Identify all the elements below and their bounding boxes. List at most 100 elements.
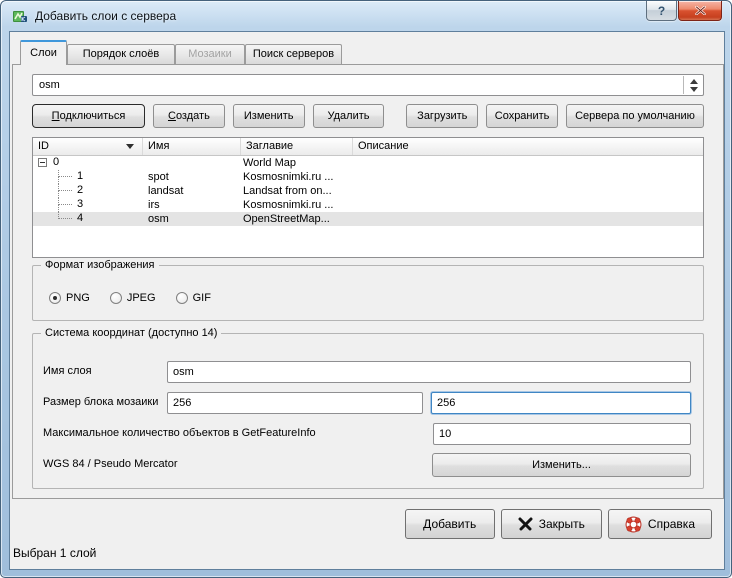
dialog-button-box: Добавить Закрыть xyxy=(405,509,712,539)
row-title: World Map xyxy=(241,157,353,169)
tab-server-search[interactable]: Поиск серверов xyxy=(245,44,342,64)
server-connection-value: osm xyxy=(39,79,60,91)
column-header-id[interactable]: ID xyxy=(33,138,143,155)
row-id: 3 xyxy=(77,198,83,210)
radio-jpeg[interactable]: JPEG xyxy=(110,292,156,304)
row-title: Kosmosnimki.ru ... xyxy=(241,199,353,211)
table-row[interactable]: 3 irs Kosmosnimki.ru ... xyxy=(33,198,703,212)
change-crs-button-label: Изменить... xyxy=(532,459,591,471)
close-x-icon xyxy=(518,517,533,531)
row-title: Landsat from on... xyxy=(241,185,353,197)
radio-png-icon xyxy=(49,292,61,304)
column-header-title[interactable]: Заглавие xyxy=(241,138,353,155)
column-header-description[interactable]: Описание xyxy=(353,138,703,155)
app-icon xyxy=(12,8,28,24)
load-connections-button-label: Загрузить xyxy=(417,110,467,122)
row-name: irs xyxy=(143,199,241,211)
spin-down-icon xyxy=(690,87,698,92)
dialog-window: Добавить слои с сервера ? Слои Порядок с… xyxy=(0,0,732,578)
help-button[interactable]: Справка xyxy=(608,509,712,539)
coordinate-system-group-label: Система координат (доступно 14) xyxy=(41,327,221,339)
dialog-client-area: Слои Порядок слоёв Мозаики Поиск серверо… xyxy=(9,31,725,570)
layer-name-input[interactable] xyxy=(167,361,691,383)
tree-branch-icon xyxy=(58,198,72,205)
load-connections-button[interactable]: Загрузить xyxy=(406,104,478,128)
row-name: spot xyxy=(143,171,241,183)
tree-branch-line xyxy=(58,191,59,198)
connect-button-label: П xyxy=(52,110,60,122)
radio-jpeg-label: JPEG xyxy=(127,292,156,304)
default-servers-button-label: Сервера по умолчанию xyxy=(575,110,695,122)
edit-connection-button-label: Изменить xyxy=(244,110,294,122)
tree-branch-line xyxy=(58,205,59,212)
new-connection-button[interactable]: Создать xyxy=(153,104,225,128)
tab-layers[interactable]: Слои xyxy=(20,40,67,65)
row-title: Kosmosnimki.ru ... xyxy=(241,171,353,183)
coordinate-system-group: Система координат (доступно 14) Имя слоя… xyxy=(32,333,704,489)
title-bar[interactable]: Добавить слои с сервера ? xyxy=(1,1,731,31)
tab-tilesets-label: Мозаики xyxy=(188,48,232,60)
new-connection-button-label: оздать xyxy=(176,110,210,122)
window-close-button[interactable] xyxy=(678,1,722,21)
feature-limit-input[interactable] xyxy=(433,423,691,445)
column-header-name[interactable]: Имя xyxy=(143,138,241,155)
radio-png[interactable]: PNG xyxy=(49,292,90,304)
help-button-label: Справка xyxy=(648,517,695,531)
radio-jpeg-icon xyxy=(110,292,122,304)
save-connections-button-label: Сохранить xyxy=(495,110,550,122)
close-icon xyxy=(695,6,706,15)
tree-expander-icon[interactable] xyxy=(38,158,47,167)
image-format-options: PNG JPEG GIF xyxy=(49,292,211,304)
add-button[interactable]: Добавить xyxy=(405,509,495,539)
edit-connection-button[interactable]: Изменить xyxy=(233,104,305,128)
row-id: 1 xyxy=(77,170,83,182)
combobox-spinner[interactable] xyxy=(683,76,703,94)
connect-button[interactable]: Подключиться xyxy=(32,104,145,128)
help-icon: ? xyxy=(658,4,665,18)
server-connection-combobox[interactable]: osm xyxy=(32,74,704,96)
row-title: OpenStreetMap... xyxy=(241,213,353,225)
save-connections-button[interactable]: Сохранить xyxy=(486,104,558,128)
row-id: 2 xyxy=(77,184,83,196)
window-help-button[interactable]: ? xyxy=(646,1,677,21)
row-name: osm xyxy=(143,213,241,225)
tree-branch-icon xyxy=(58,212,72,219)
tree-branch-icon xyxy=(58,184,72,191)
spin-up-icon xyxy=(690,79,698,84)
radio-gif-icon xyxy=(176,292,188,304)
layer-name-label: Имя слоя xyxy=(43,365,92,377)
delete-connection-button[interactable]: Удалить xyxy=(313,104,385,128)
tree-branch-icon xyxy=(58,170,72,177)
tab-layers-label: Слои xyxy=(30,47,57,59)
radio-png-label: PNG xyxy=(66,292,90,304)
change-crs-button[interactable]: Изменить... xyxy=(432,453,691,477)
image-format-group: Формат изображения PNG JPEG GIF xyxy=(32,265,704,321)
crs-name-label: WGS 84 / Pseudo Mercator xyxy=(43,458,178,470)
table-row[interactable]: 1 spot Kosmosnimki.ru ... xyxy=(33,170,703,184)
help-lifering-icon xyxy=(625,516,642,533)
tree-branch-line xyxy=(58,177,59,184)
tile-height-input[interactable] xyxy=(431,392,691,414)
tile-size-label: Размер блока мозаики xyxy=(43,396,158,408)
close-button[interactable]: Закрыть xyxy=(501,509,602,539)
default-servers-button[interactable]: Сервера по умолчанию xyxy=(566,104,704,128)
close-button-label: Закрыть xyxy=(539,517,585,531)
add-button-label: обавить xyxy=(431,517,476,531)
tile-width-input[interactable] xyxy=(167,392,423,414)
table-row[interactable]: 2 landsat Landsat from on... xyxy=(33,184,703,198)
table-row-root[interactable]: 0 World Map xyxy=(33,156,703,170)
table-row-selected[interactable]: 4 osm OpenStreetMap... xyxy=(33,212,703,226)
radio-gif-label: GIF xyxy=(193,292,211,304)
tab-tilesets: Мозаики xyxy=(175,44,245,64)
tab-server-search-label: Поиск серверов xyxy=(253,48,334,60)
layers-table[interactable]: ID Имя Заглавие Описание 0 xyxy=(32,137,704,258)
connection-toolbar: Подключиться Создать Изменить Удалить За… xyxy=(32,104,704,128)
window-title: Добавить слои с сервера xyxy=(35,9,176,23)
table-header: ID Имя Заглавие Описание xyxy=(33,138,703,156)
tab-layer-order-label: Порядок слоёв xyxy=(83,48,160,60)
radio-gif[interactable]: GIF xyxy=(176,292,211,304)
delete-connection-button-label: Удалить xyxy=(327,110,369,122)
row-id: 4 xyxy=(77,212,83,224)
tab-layer-order[interactable]: Порядок слоёв xyxy=(67,44,175,64)
row-id: 0 xyxy=(53,156,59,168)
